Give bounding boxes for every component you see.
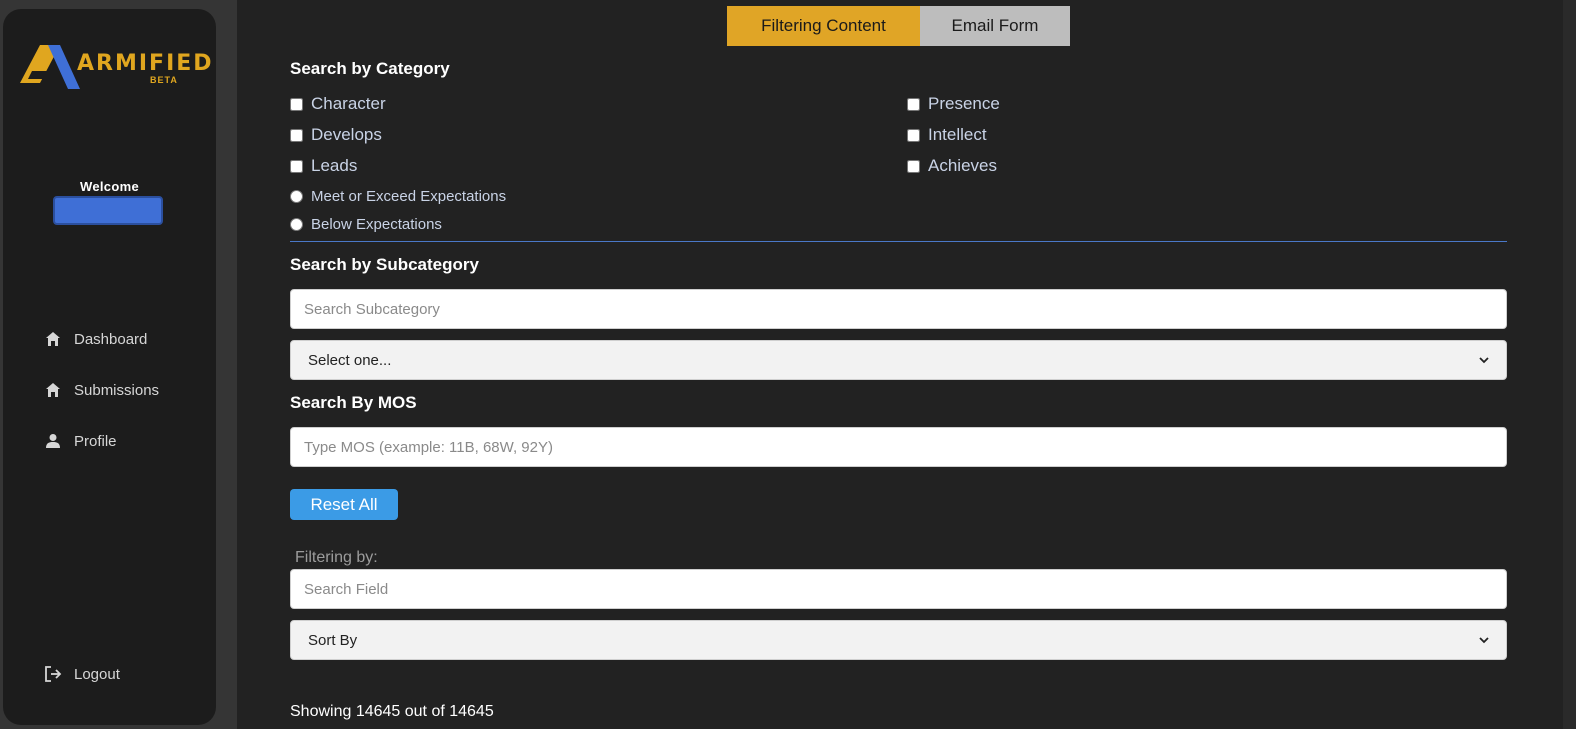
tab-filtering-content[interactable]: Filtering Content — [727, 6, 920, 46]
checkbox-achieves[interactable]: Achieves — [907, 156, 997, 176]
radio-input[interactable] — [290, 190, 303, 203]
sidebar: ARMIFIED BETA Welcome Dashboard Submissi… — [3, 9, 216, 725]
tab-email-form[interactable]: Email Form — [920, 6, 1070, 46]
checkbox-character[interactable]: Character — [290, 94, 386, 114]
checkbox-input[interactable] — [907, 159, 920, 173]
checkbox-input[interactable] — [290, 128, 303, 142]
checkbox-label: Presence — [928, 94, 1000, 113]
checkbox-leads[interactable]: Leads — [290, 156, 357, 176]
checkbox-presence[interactable]: Presence — [907, 94, 1000, 114]
checkbox-input[interactable] — [290, 97, 303, 111]
username-chip[interactable] — [53, 196, 163, 225]
reset-all-button[interactable]: Reset All — [290, 489, 398, 520]
page-scrollbar[interactable] — [1563, 0, 1576, 729]
logout-label: Logout — [74, 665, 120, 683]
subcategory-search-input[interactable] — [290, 289, 1507, 329]
chevron-down-icon — [1479, 637, 1489, 644]
logout-button[interactable]: Logout — [44, 665, 120, 683]
search-field-input[interactable] — [290, 569, 1507, 609]
nav-dashboard[interactable]: Dashboard — [44, 330, 147, 348]
checkbox-label: Achieves — [928, 156, 997, 175]
sort-by-select[interactable]: Sort By — [290, 620, 1507, 660]
radio-below-expectations[interactable]: Below Expectations — [290, 216, 442, 233]
checkbox-label: Intellect — [928, 125, 987, 144]
checkbox-intellect[interactable]: Intellect — [907, 125, 987, 145]
chevron-down-icon — [1479, 357, 1489, 364]
results-count: Showing 14645 out of 14645 — [290, 703, 494, 720]
radio-label: Below Expectations — [311, 216, 442, 233]
mos-search-input[interactable] — [290, 427, 1507, 467]
search-by-mos-heading: Search By MOS — [290, 393, 417, 412]
checkbox-input[interactable] — [907, 128, 920, 142]
search-by-subcategory-heading: Search by Subcategory — [290, 255, 479, 274]
nav-submissions-label: Submissions — [74, 381, 160, 399]
checkbox-input[interactable] — [290, 159, 303, 173]
radio-input[interactable] — [290, 218, 303, 231]
subcategory-select-value: Select one... — [308, 351, 392, 369]
checkbox-develops[interactable]: Develops — [290, 125, 382, 145]
radio-meet-or-exceed[interactable]: Meet or Exceed Expectations — [290, 188, 506, 205]
sort-by-value: Sort By — [308, 631, 358, 649]
welcome-label: Welcome — [80, 179, 139, 194]
home-icon — [44, 330, 62, 348]
checkbox-label: Character — [311, 94, 386, 113]
nav-profile[interactable]: Profile — [44, 432, 117, 450]
section-divider — [290, 241, 1507, 242]
user-icon — [44, 432, 62, 450]
nav-submissions[interactable]: Submissions — [44, 381, 159, 399]
logout-icon — [44, 665, 62, 683]
beta-badge: BETA — [150, 75, 178, 85]
search-by-category-heading: Search by Category — [290, 59, 450, 78]
radio-label: Meet or Exceed Expectations — [311, 188, 507, 205]
logo-wordmark: ARMIFIED — [77, 51, 214, 76]
nav-dashboard-label: Dashboard — [74, 330, 148, 348]
tab-bar: Filtering Content Email Form — [727, 6, 1070, 46]
checkbox-label: Leads — [311, 156, 358, 175]
subcategory-select[interactable]: Select one... — [290, 340, 1507, 380]
checkbox-input[interactable] — [907, 97, 920, 111]
main-panel: Filtering Content Email Form Search by C… — [237, 0, 1563, 729]
filtering-by-label: Filtering by: — [295, 549, 378, 566]
checkbox-label: Develops — [311, 125, 382, 144]
home-icon — [44, 381, 62, 399]
logo-mark-icon — [20, 45, 80, 89]
armified-logo[interactable]: ARMIFIED BETA — [20, 45, 212, 89]
nav-profile-label: Profile — [74, 432, 117, 450]
